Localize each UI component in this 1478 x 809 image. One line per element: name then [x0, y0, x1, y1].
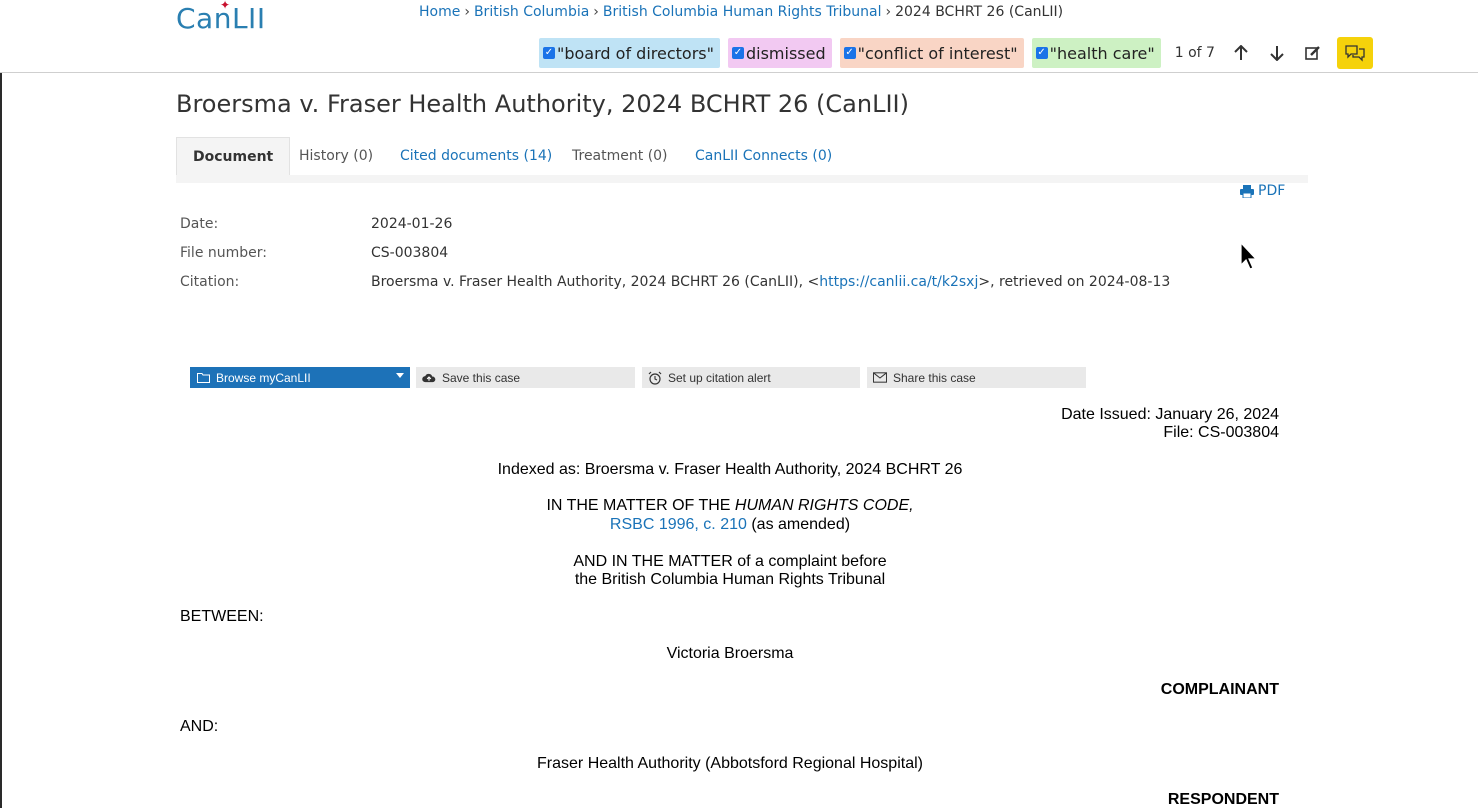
statute-suffix: (as amended) — [746, 516, 851, 533]
matter-line-2: AND IN THE MATTER of a complaint before — [573, 553, 887, 570]
breadcrumb-british-columbia[interactable]: British Columbia — [474, 4, 589, 20]
search-term-toolbar: ✓ "board of directors" ✓ dismissed ✓ "co… — [539, 37, 1373, 69]
breadcrumb-separator: › — [593, 4, 599, 20]
meta-date-value: 2024-01-26 — [371, 216, 453, 232]
browse-mycanlii-button[interactable]: Browse myCanLII — [190, 367, 410, 388]
alert-label: Set up citation alert — [668, 370, 771, 385]
maple-leaf-icon: ✦ — [220, 0, 231, 12]
window-edge — [0, 0, 2, 808]
canlii-logo[interactable]: CanLII ✦ — [176, 0, 266, 35]
respondent-name: Fraser Health Authority (Abbotsford Regi… — [537, 755, 923, 772]
tab-treatment[interactable]: Treatment (0) — [572, 137, 668, 175]
alarm-clock-icon — [648, 371, 662, 385]
statute-line: RSBC 1996, c. 210 (as amended) — [180, 516, 1280, 534]
search-term-label: "conflict of interest" — [857, 43, 1018, 63]
share-case-button[interactable]: Share this case — [867, 367, 1086, 388]
meta-file-value: CS-003804 — [371, 245, 449, 261]
edit-icon[interactable] — [1302, 42, 1324, 64]
complainant-name: Victoria Broersma — [666, 645, 794, 662]
share-label: Share this case — [893, 370, 976, 385]
search-term-label: "board of directors" — [557, 43, 714, 63]
date-issued: Date Issued: January 26, 2024 — [1061, 406, 1279, 423]
citation-text: Broersma v. Fraser Health Authority, 202… — [371, 274, 820, 290]
meta-file-label: File number: — [180, 245, 267, 261]
citation-link[interactable]: https://canlii.ca/t/k2sxj — [819, 274, 978, 290]
breadcrumb-home[interactable]: Home — [419, 4, 460, 20]
meta-citation-value: Broersma v. Fraser Health Authority, 202… — [371, 274, 1170, 290]
matter-line-1: IN THE MATTER OF THE HUMAN RIGHTS CODE, — [180, 497, 1280, 515]
meta-citation-label: Citation: — [180, 274, 240, 290]
caret-down-icon — [396, 373, 404, 378]
statute-link[interactable]: RSBC 1996, c. 210 — [610, 516, 747, 533]
citation-retrieved: >, retrieved on 2024-08-13 — [978, 274, 1171, 290]
checkbox-checked-icon[interactable]: ✓ — [731, 47, 744, 59]
breadcrumb-separator: › — [464, 4, 470, 20]
breadcrumb-tribunal[interactable]: British Columbia Human Rights Tribunal — [603, 4, 882, 20]
breadcrumb-separator: › — [885, 4, 892, 20]
cloud-upload-icon — [422, 371, 436, 385]
search-term-label: "health care" — [1049, 43, 1155, 63]
between-label: BETWEEN: — [180, 608, 264, 625]
indexed-as: Indexed as: Broersma v. Fraser Health Au… — [497, 461, 963, 478]
meta-date-label: Date: — [180, 216, 219, 232]
tab-document[interactable]: Document — [176, 137, 291, 176]
pdf-link[interactable]: PDF — [1240, 183, 1285, 199]
search-term-chip-health-care[interactable]: ✓ "health care" — [1031, 38, 1161, 68]
checkbox-checked-icon[interactable]: ✓ — [543, 47, 555, 59]
browse-label: Browse myCanLII — [216, 370, 311, 385]
folder-icon — [196, 371, 210, 385]
mouse-pointer-icon — [1240, 241, 1260, 276]
matter-line-3: the British Columbia Human Rights Tribun… — [574, 571, 886, 588]
citation-alert-button[interactable]: Set up citation alert — [642, 367, 860, 388]
tab-cited-documents[interactable]: Cited documents (14) — [400, 137, 552, 175]
search-term-chip-conflict-of-interest[interactable]: ✓ "conflict of interest" — [839, 38, 1024, 68]
pdf-label: PDF — [1258, 183, 1286, 199]
match-counter: 1 of 7 — [1174, 45, 1215, 61]
envelope-icon — [873, 371, 887, 385]
arrow-down-icon[interactable] — [1266, 42, 1288, 64]
chat-icon[interactable] — [1336, 37, 1373, 69]
page-title: Broersma v. Fraser Health Authority, 202… — [176, 90, 909, 118]
site-header: CanLII ✦ Home › British Columbia › British C… — [0, 0, 1478, 73]
breadcrumb: Home › British Columbia › British Columbia H… — [419, 4, 1063, 20]
respondent-role: RESPONDENT — [1167, 791, 1279, 808]
arrow-up-icon[interactable] — [1230, 42, 1252, 64]
and-label: AND: — [180, 718, 219, 735]
checkbox-checked-icon[interactable]: ✓ — [843, 47, 856, 59]
checkbox-checked-icon[interactable]: ✓ — [1035, 47, 1048, 59]
printer-icon — [1240, 184, 1254, 198]
search-term-chip-board-of-directors[interactable]: ✓ "board of directors" — [539, 38, 720, 68]
document-tabs: Document History (0) Cited documents (14… — [176, 137, 1308, 176]
matter-prefix: IN THE MATTER OF THE — [546, 497, 735, 514]
save-case-button[interactable]: Save this case — [416, 367, 635, 388]
breadcrumb-current: 2024 BCHRT 26 (CanLII) — [895, 4, 1064, 20]
tabs-underline — [176, 175, 1308, 183]
file-number: File: CS-003804 — [1163, 424, 1279, 441]
search-term-label: dismissed — [745, 43, 826, 63]
tab-canlii-connects[interactable]: CanLII Connects (0) — [695, 137, 832, 175]
matter-italic: HUMAN RIGHTS CODE, — [734, 497, 914, 514]
save-label: Save this case — [442, 370, 521, 385]
complainant-role: COMPLAINANT — [1160, 681, 1279, 698]
search-term-chip-dismissed[interactable]: ✓ dismissed — [727, 38, 832, 68]
tab-history[interactable]: History (0) — [299, 137, 373, 175]
